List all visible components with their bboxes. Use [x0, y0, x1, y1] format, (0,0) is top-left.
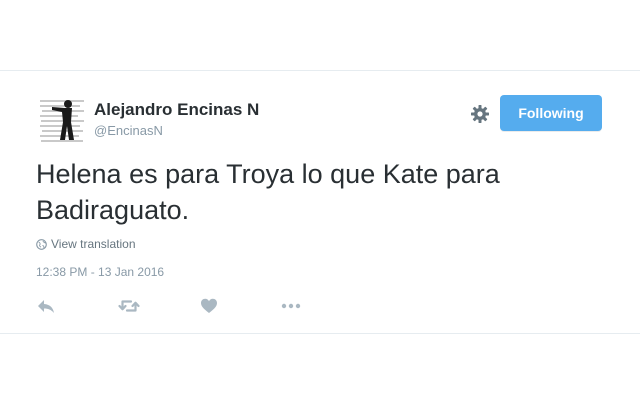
display-name[interactable]: Alejandro Encinas N: [94, 100, 259, 120]
reply-icon[interactable]: [36, 296, 56, 316]
retweet-icon[interactable]: [118, 296, 140, 316]
page: Alejandro Encinas N @EncinasN Following …: [0, 0, 640, 400]
avatar[interactable]: [38, 96, 86, 144]
screen-name[interactable]: @EncinasN: [94, 123, 163, 138]
globe-icon: [36, 238, 47, 250]
following-button[interactable]: Following: [500, 95, 602, 131]
tweet-timestamp[interactable]: 12:38 PM - 13 Jan 2016: [36, 265, 164, 279]
heart-icon[interactable]: [200, 296, 218, 316]
gear-icon[interactable]: [470, 104, 490, 124]
view-translation-link[interactable]: View translation: [36, 237, 136, 251]
view-translation-label: View translation: [51, 237, 136, 251]
tweet-text: Helena es para Troya lo que Kate para Ba…: [36, 159, 500, 225]
avatar-image: [38, 96, 86, 144]
more-icon[interactable]: [280, 296, 302, 316]
